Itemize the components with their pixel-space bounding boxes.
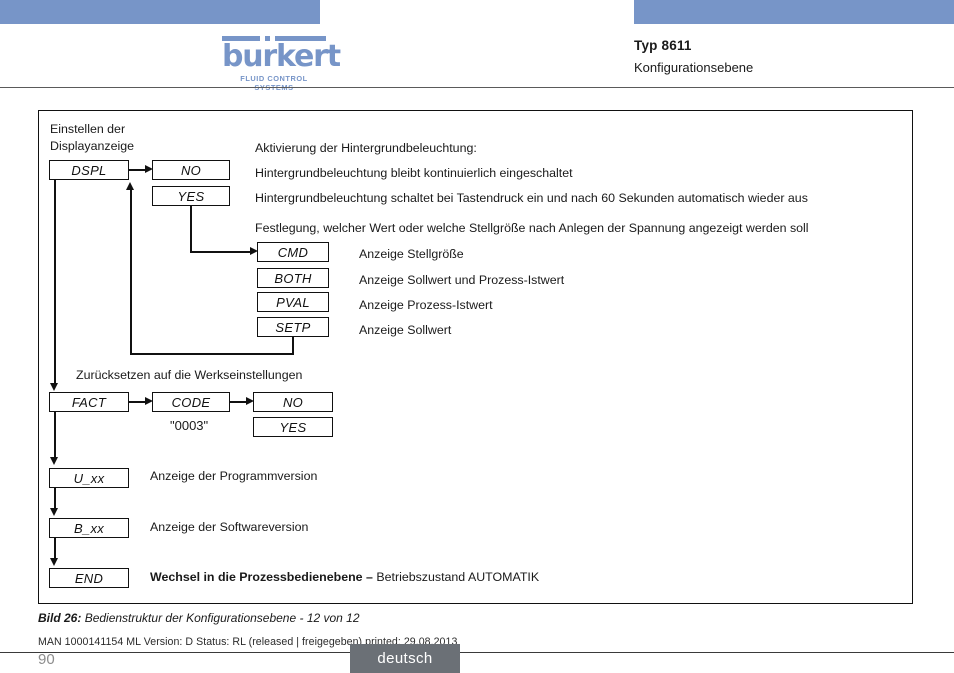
node-dspl[interactable]: DSPL	[49, 160, 129, 180]
node-no-reset[interactable]: NO	[253, 392, 333, 412]
connector-setp-down	[292, 337, 294, 354]
burkert-logo: burkert FLUID CONTROL SYSTEMS	[222, 36, 341, 92]
node-code[interactable]: CODE	[152, 392, 230, 412]
desc-both: Anzeige Sollwert und Prozess-Istwert	[359, 273, 565, 287]
connector-spine-dspl-to-fact	[54, 180, 56, 386]
node-yes-backlight[interactable]: YES	[152, 186, 230, 206]
label-factory-reset: Zurücksetzen auf die Werkseinstellungen	[76, 368, 303, 382]
page-subtitle: Konfigurationsebene	[634, 60, 754, 75]
logo-umlaut-gap-left	[260, 36, 265, 41]
node-yes-reset[interactable]: YES	[253, 417, 333, 437]
desc-end-rest: Betriebszustand AUTOMATIK	[376, 570, 540, 584]
connector-setp-left	[130, 353, 294, 355]
page-number: 90	[38, 651, 55, 668]
node-end[interactable]: END	[49, 568, 129, 588]
header-accent-bar-left	[0, 0, 320, 24]
node-pval[interactable]: PVAL	[257, 292, 329, 312]
logo-tagline: FLUID CONTROL SYSTEMS	[240, 74, 308, 92]
header-accent-bar-right	[634, 0, 954, 24]
desc-setp: Anzeige Sollwert	[359, 323, 452, 337]
figure-caption-number: Bild 26:	[38, 611, 82, 625]
arrowhead-spine-to-fact	[50, 383, 58, 391]
arrowhead-spine-to-uxx	[50, 457, 58, 465]
label-code-value: "0003"	[170, 418, 209, 433]
desc-cmd: Anzeige Stellgröße	[359, 247, 464, 261]
arrowhead-spine-to-end	[50, 558, 58, 566]
node-no-backlight[interactable]: NO	[152, 160, 230, 180]
figure-caption-text: Bedienstruktur der Konfigurationsebene -…	[84, 611, 360, 625]
desc-no-backlight: Hintergrundbeleuchtung bleibt kontinuier…	[255, 166, 573, 180]
connector-yes-to-cmd	[190, 251, 252, 253]
desc-activation: Aktivierung der Hintergrundbeleuchtung:	[255, 141, 477, 155]
node-both[interactable]: BOTH	[257, 268, 329, 288]
node-setp[interactable]: SETP	[257, 317, 329, 337]
connector-return-up	[130, 189, 132, 354]
desc-uxx: Anzeige der Programmversion	[150, 469, 318, 483]
connector-spine-fact-to-uxx	[54, 412, 56, 460]
document-page: burkert FLUID CONTROL SYSTEMS Typ 8611 K…	[0, 0, 954, 673]
node-cmd[interactable]: CMD	[257, 242, 329, 262]
header-divider	[0, 87, 954, 88]
desc-end: Wechsel in die Prozessbedienebene – Betr…	[150, 570, 539, 585]
node-uxx[interactable]: U_xx	[49, 468, 129, 488]
desc-pval: Anzeige Prozess-Istwert	[359, 298, 493, 312]
connector-yes-down	[190, 206, 192, 252]
language-badge: deutsch	[350, 644, 460, 673]
footer-divider	[0, 652, 954, 653]
logo-wordmark: burkert	[222, 39, 341, 74]
page-title: Typ 8611	[634, 38, 692, 53]
desc-bxx: Anzeige der Softwareversion	[150, 520, 309, 534]
arrowhead-spine-to-bxx	[50, 508, 58, 516]
node-fact[interactable]: FACT	[49, 392, 129, 412]
arrowhead-return-to-dspl	[126, 182, 134, 190]
intro-label-line1: Einstellen der	[50, 122, 126, 136]
figure-caption: Bild 26: Bedienstruktur der Konfiguratio…	[38, 611, 360, 625]
node-bxx[interactable]: B_xx	[49, 518, 129, 538]
intro-label-line2: Displayanzeige	[50, 139, 135, 153]
desc-festlegung: Festlegung, welcher Wert oder welche Ste…	[255, 221, 809, 235]
desc-end-bold: Wechsel in die Prozessbedienebene –	[150, 570, 377, 584]
desc-yes-backlight: Hintergrundbeleuchtung schaltet bei Tast…	[255, 191, 808, 205]
logo-umlaut-gap-right	[270, 36, 275, 41]
